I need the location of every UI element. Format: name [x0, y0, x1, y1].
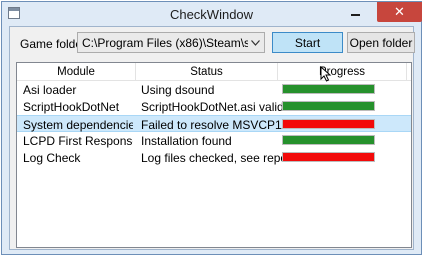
- close-icon: ✕: [394, 4, 405, 19]
- module-name: System dependencies: [23, 118, 133, 132]
- module-name: Log Check: [23, 151, 81, 165]
- game-folder-value: C:\Program Files (x86)\Steam\steamapps\c: [82, 36, 248, 50]
- progress-bar-fill: [283, 85, 374, 93]
- progress-bar: [282, 119, 375, 129]
- table-row[interactable]: LCPD First Response Installation found: [17, 132, 411, 149]
- table-row[interactable]: Log Check Log files checked, see report …: [17, 149, 411, 166]
- module-name: Asi loader: [23, 83, 77, 97]
- start-button-label: Start: [294, 35, 321, 50]
- module-name: LCPD First Response: [23, 134, 133, 148]
- table-row[interactable]: Asi loader Using dsound: [17, 81, 411, 98]
- progress-bar-fill: [283, 102, 374, 110]
- progress-bar: [282, 152, 375, 162]
- close-button[interactable]: ✕: [377, 2, 422, 22]
- minimize-button[interactable]: [342, 2, 368, 22]
- game-folder-combo[interactable]: C:\Program Files (x86)\Steam\steamapps\c: [77, 32, 265, 53]
- column-header-module[interactable]: Module: [17, 63, 136, 80]
- chevron-down-icon[interactable]: [251, 38, 260, 47]
- table-row-selected[interactable]: System dependencies Failed to resolve MS…: [17, 115, 411, 132]
- column-header-status[interactable]: Status: [136, 63, 278, 80]
- grid-header: Module Status Progress: [17, 63, 411, 81]
- column-header-progress[interactable]: Progress: [278, 63, 407, 80]
- client-area: Game folder: C:\Program Files (x86)\Stea…: [9, 26, 415, 250]
- minimize-icon: [350, 14, 360, 16]
- start-button[interactable]: Start: [272, 32, 343, 53]
- check-window: CheckWindow ✕ Game folder: C:\Program Fi…: [1, 1, 422, 255]
- module-name: ScriptHookDotNet: [23, 100, 120, 114]
- open-folder-button-label: Open folder: [349, 35, 413, 50]
- progress-bar: [282, 135, 375, 145]
- progress-bar-fill: [283, 120, 374, 128]
- progress-bar-fill: [283, 136, 374, 144]
- progress-bar-fill: [283, 153, 374, 161]
- open-folder-button[interactable]: Open folder: [347, 32, 415, 53]
- title-bar[interactable]: CheckWindow ✕: [2, 2, 422, 26]
- module-status-grid[interactable]: Module Status Progress Asi loader Using …: [16, 62, 412, 248]
- progress-bar: [282, 101, 375, 111]
- mouse-cursor-icon: [320, 66, 332, 82]
- table-row[interactable]: ScriptHookDotNet ScriptHookDotNet.asi va…: [17, 98, 411, 115]
- progress-bar: [282, 84, 375, 94]
